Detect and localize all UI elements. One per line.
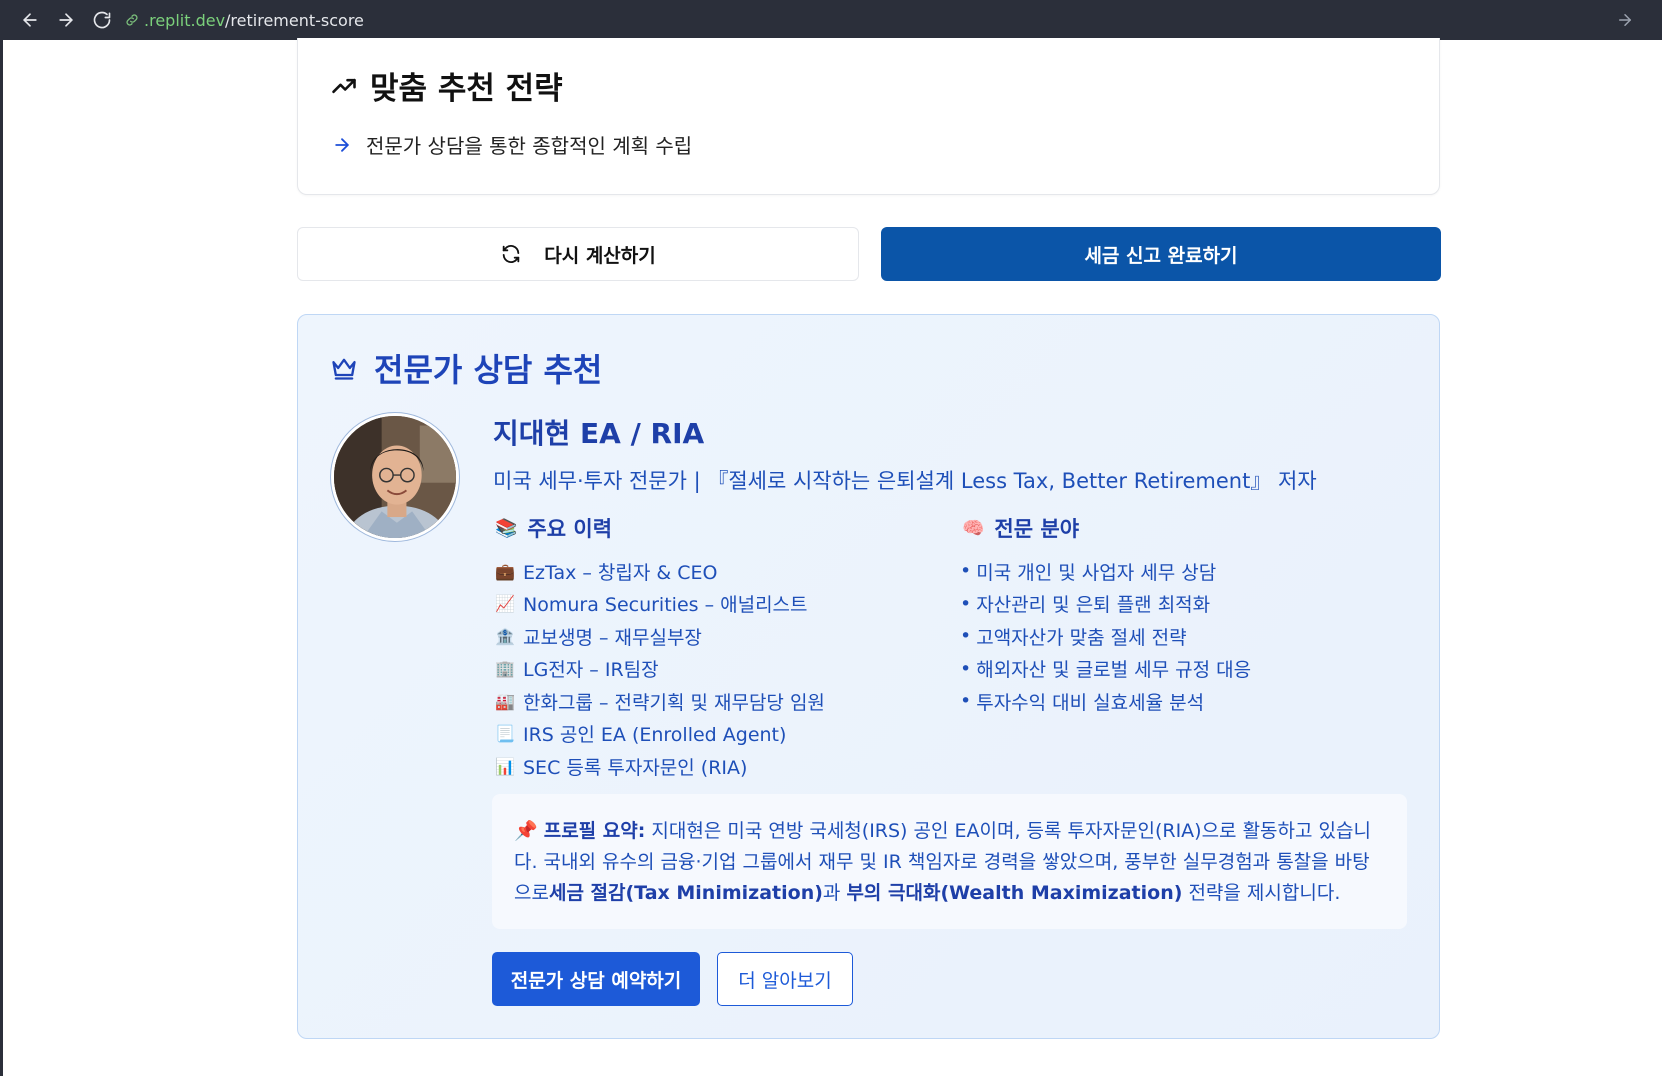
profile-strong-wealth: 부의 극대화(Wealth Maximization) xyxy=(846,882,1183,904)
reload-icon[interactable] xyxy=(84,3,120,37)
expert-card: 전문가 상담 추천 지대현 EA / RIA 미국 세무·투자 전문가 | 『절… xyxy=(297,314,1440,1039)
briefcase-icon: 💼 xyxy=(495,561,515,581)
profile-summary: 📌 프로필 요약: 지대현은 미국 연방 국세청(IRS) 공인 EA이며, 등… xyxy=(492,794,1407,929)
strategy-title-text: 맞춤 추천 전략 xyxy=(370,71,563,107)
bank-icon: 🏦 xyxy=(495,626,515,646)
career-item: 📃 IRS 공인 EA (Enrolled Agent) xyxy=(495,718,825,751)
career-item-text: 한화그룹 – 전략기획 및 재무담당 임원 xyxy=(523,691,825,714)
expert-heading-text: 전문가 상담 추천 xyxy=(374,351,603,389)
career-item: 🏦 교보생명 – 재무실부장 xyxy=(495,620,825,653)
book-consultation-button[interactable]: 전문가 상담 예약하기 xyxy=(492,952,700,1006)
field-item-text: 투자수익 대비 실효세율 분석 xyxy=(976,691,1205,714)
recalculate-button[interactable]: 다시 계산하기 xyxy=(297,227,859,281)
forward-icon[interactable] xyxy=(48,3,84,37)
bar-chart-icon: 📊 xyxy=(495,756,515,776)
field-title: 🧠 전문 분야 xyxy=(962,513,1079,543)
link-icon xyxy=(126,14,138,26)
field-item: • 미국 개인 및 사업자 세무 상담 xyxy=(960,555,1251,588)
expert-subtitle: 미국 세무·투자 전문가 | 『절세로 시작하는 은퇴설계 Less Tax, … xyxy=(493,469,1317,493)
expert-name: 지대현 EA / RIA xyxy=(493,417,705,450)
window-edge xyxy=(0,40,3,1076)
brain-icon: 🧠 xyxy=(962,517,985,539)
trending-up-icon xyxy=(332,78,356,93)
books-icon: 📚 xyxy=(495,517,518,539)
career-item-text: LG전자 – IR팀장 xyxy=(523,659,659,682)
profile-text: 전략을 제시합니다. xyxy=(1182,882,1341,904)
field-item-text: 고액자산가 맞춤 절세 전략 xyxy=(976,626,1187,649)
field-item-text: 해외자산 및 글로벌 세무 규정 대응 xyxy=(976,659,1252,682)
career-item: 💼 EzTax – 창립자 & CEO xyxy=(495,555,825,588)
career-title-text: 주요 이력 xyxy=(527,517,613,541)
career-item: 🏭 한화그룹 – 전략기획 및 재무담당 임원 xyxy=(495,685,825,718)
back-icon[interactable] xyxy=(12,3,48,37)
refresh-icon xyxy=(503,245,520,263)
field-item: • 투자수익 대비 실효세율 분석 xyxy=(960,685,1251,718)
career-item-text: EzTax – 창립자 & CEO xyxy=(523,561,718,584)
strategy-card: 맞춤 추천 전략 전문가 상담을 통한 종합적인 계획 수립 xyxy=(297,38,1440,195)
address-bar[interactable]: .replit.dev/retirement-score xyxy=(124,4,1640,36)
career-title: 📚 주요 이력 xyxy=(495,513,612,543)
profile-strong-tax: 세금 절감(Tax Minimization) xyxy=(548,882,823,904)
career-item-text: IRS 공인 EA (Enrolled Agent) xyxy=(523,724,787,747)
career-item-text: SEC 등록 투자자문인 (RIA) xyxy=(523,756,748,779)
career-item: 📈 Nomura Securities – 애널리스트 xyxy=(495,588,825,621)
field-item-text: 자산관리 및 은퇴 플랜 최적화 xyxy=(976,594,1211,617)
career-item: 📊 SEC 등록 투자자문인 (RIA) xyxy=(495,750,825,783)
strategy-item-text: 전문가 상담을 통한 종합적인 계획 수립 xyxy=(366,134,693,158)
url-host: .replit.dev xyxy=(144,10,226,30)
field-list: • 미국 개인 및 사업자 세무 상담 • 자산관리 및 은퇴 플랜 최적화 • 고액… xyxy=(960,555,1251,718)
chart-up-icon: 📈 xyxy=(495,594,515,614)
url-path: /retirement-score xyxy=(225,10,364,30)
book-label: 전문가 상담 예약하기 xyxy=(510,969,682,992)
complete-label: 세금 신고 완료하기 xyxy=(1084,244,1238,267)
field-item: • 자산관리 및 은퇴 플랜 최적화 xyxy=(960,588,1251,621)
expert-heading: 전문가 상담 추천 xyxy=(330,345,602,391)
complete-tax-filing-button[interactable]: 세금 신고 완료하기 xyxy=(881,227,1441,281)
profile-text: 과 xyxy=(822,882,847,904)
career-item-text: 교보생명 – 재무실부장 xyxy=(523,626,702,649)
field-title-text: 전문 분야 xyxy=(994,517,1080,541)
crown-icon xyxy=(332,358,356,380)
field-item-text: 미국 개인 및 사업자 세무 상담 xyxy=(976,561,1217,584)
expert-avatar xyxy=(331,413,459,541)
arrow-right-icon xyxy=(335,137,349,152)
field-item: • 해외자산 및 글로벌 세무 규정 대응 xyxy=(960,653,1251,686)
career-list: 💼 EzTax – 창립자 & CEO 📈 Nomura Securities – … xyxy=(495,555,825,783)
profile-label: 프로필 요약: xyxy=(543,820,646,842)
browser-toolbar: .replit.dev/retirement-score xyxy=(0,0,1662,40)
go-arrow-icon[interactable] xyxy=(1616,11,1634,29)
recalculate-label: 다시 계산하기 xyxy=(544,244,656,267)
strategy-item: 전문가 상담을 통한 종합적인 계획 수립 xyxy=(332,130,692,159)
pin-icon: 📌 xyxy=(514,820,538,842)
strategy-title: 맞춤 추천 전략 xyxy=(330,63,563,108)
document-icon: 📃 xyxy=(495,724,515,744)
career-item-text: Nomura Securities – 애널리스트 xyxy=(523,594,808,617)
factory-icon: 🏭 xyxy=(495,691,515,711)
office-building-icon: 🏢 xyxy=(495,659,515,679)
field-item: • 고액자산가 맞춤 절세 전략 xyxy=(960,620,1251,653)
career-item: 🏢 LG전자 – IR팀장 xyxy=(495,653,825,686)
learn-more-button[interactable]: 더 알아보기 xyxy=(717,952,853,1006)
more-label: 더 알아보기 xyxy=(738,969,832,992)
